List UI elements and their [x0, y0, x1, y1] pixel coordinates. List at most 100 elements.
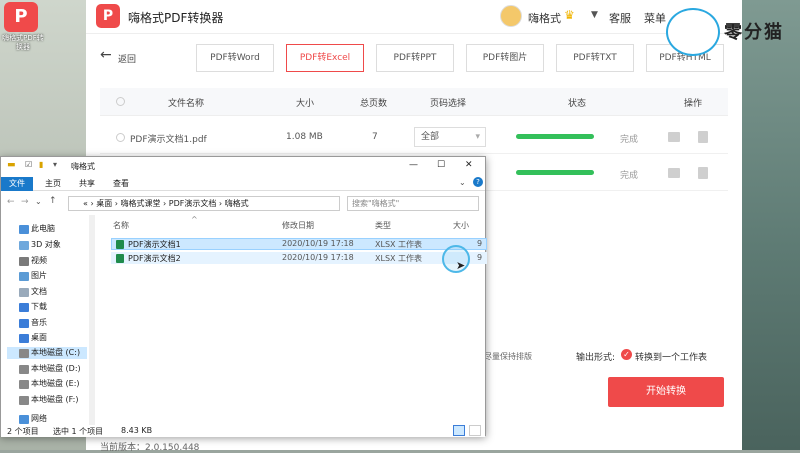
nav-item-network[interactable]: 网络: [7, 413, 47, 425]
output-label: 输出形式:: [576, 353, 616, 363]
file-size: 9: [477, 239, 483, 248]
file-date: 2020/10/19 17:18: [282, 253, 354, 262]
explorer-window: ▬ ☑ ▮ ▾ 嗨格式 — ☐ ✕ 文件 主页 共享 查看 ⌄ ? ← → ⌄ …: [0, 156, 487, 437]
up-arrow-icon[interactable]: ↑: [49, 196, 57, 206]
folder-icon[interactable]: [668, 168, 680, 178]
row-radio[interactable]: [116, 133, 125, 142]
explorer-title: 嗨格式: [71, 162, 95, 171]
nav-scrollbar[interactable]: [89, 215, 95, 427]
excel-file-icon: [116, 254, 124, 263]
keep-layout-option[interactable]: 尽量保持排版: [484, 351, 532, 362]
folder-icon[interactable]: [668, 132, 680, 142]
minimize-icon[interactable]: —: [409, 160, 418, 170]
new-folder-icon[interactable]: ▮: [39, 160, 43, 169]
address-bar[interactable]: « › 桌面 › 嗨格式课堂 › PDF演示文档 › 嗨格式: [68, 196, 340, 211]
breadcrumb-overflow[interactable]: «: [83, 199, 88, 208]
status-bar: 2 个项目 选中 1 个项目 8.43 KB: [1, 425, 485, 437]
avatar[interactable]: [500, 5, 522, 27]
output-value[interactable]: 转换到一个工作表: [635, 350, 707, 363]
page-range-value: 全部: [421, 132, 440, 142]
column-size[interactable]: 大小: [453, 220, 469, 231]
search-input[interactable]: 搜索"嗨格式": [347, 196, 479, 211]
nav-item-downloads[interactable]: 下载: [7, 301, 47, 313]
nav-item-drive-e[interactable]: 本地磁盘 (E:): [7, 378, 80, 390]
back-arrow-icon[interactable]: ←: [7, 197, 15, 207]
tab-pdf-word[interactable]: PDF转Word: [196, 44, 274, 72]
column-name[interactable]: 名称: [113, 220, 129, 231]
close-icon[interactable]: ✕: [465, 160, 473, 170]
maximize-icon[interactable]: ☐: [437, 160, 445, 170]
file-type: XLSX 工作表: [375, 254, 423, 263]
progress-fill: [516, 170, 594, 175]
crown-icon: ♛: [564, 8, 575, 22]
status-text: 完成: [620, 135, 639, 145]
app-title: 嗨格式PDF转换器: [128, 11, 224, 25]
trash-icon[interactable]: [698, 131, 708, 143]
tab-pdf-excel[interactable]: PDF转Excel: [286, 44, 364, 72]
select-all-radio[interactable]: [116, 97, 125, 106]
file-type: XLSX 工作表: [375, 240, 423, 249]
folder-icon: ▬: [7, 160, 16, 170]
forward-arrow-icon[interactable]: →: [21, 197, 29, 207]
file-size: 1.08 MB: [286, 132, 323, 142]
explorer-title-bar: ▬ ☑ ▮ ▾ 嗨格式 — ☐ ✕: [1, 157, 485, 175]
title-bar: P 嗨格式PDF转换器 嗨格式 ♛ ▼ 客服 菜单 —: [86, 0, 742, 34]
status-count: 2 个项目: [7, 427, 39, 436]
ribbon-tab-share[interactable]: 共享: [71, 177, 103, 191]
header-status: 状态: [568, 99, 587, 109]
back-button[interactable]: 返回: [118, 52, 136, 65]
chevron-down-icon[interactable]: ⌄: [459, 178, 466, 187]
desktop-shortcut-icon[interactable]: P: [4, 2, 38, 32]
breadcrumb-item[interactable]: PDF演示文档: [169, 199, 217, 208]
help-icon[interactable]: ?: [473, 177, 483, 187]
trash-icon[interactable]: [698, 167, 708, 179]
ribbon-tab-home[interactable]: 主页: [37, 177, 69, 191]
ribbon-tab-view[interactable]: 查看: [105, 177, 137, 191]
drive-icon: [19, 349, 29, 358]
breadcrumb-item[interactable]: 嗨格式课堂: [121, 199, 161, 208]
service-button[interactable]: 客服: [609, 10, 631, 26]
nav-item-documents[interactable]: 文档: [7, 286, 47, 298]
nav-item-pictures[interactable]: 图片: [7, 270, 47, 282]
nav-item-drive-f[interactable]: 本地磁盘 (F:): [7, 394, 78, 406]
progress-bar: [516, 170, 594, 175]
status-size: 8.43 KB: [121, 426, 153, 435]
brand-text: 零分猫: [724, 22, 784, 43]
nav-item-drive-d[interactable]: 本地磁盘 (D:): [7, 363, 81, 375]
version-text: 当前版本：2.0.150.448: [100, 443, 200, 453]
quick-access-icon[interactable]: ☑: [25, 160, 32, 169]
file-size: 9: [477, 253, 483, 262]
tab-pdf-txt[interactable]: PDF转TXT: [556, 44, 634, 72]
column-date[interactable]: 修改日期: [282, 220, 314, 231]
column-type[interactable]: 类型: [375, 220, 391, 231]
nav-item-music[interactable]: 音乐: [7, 317, 47, 329]
progress-bar: [516, 134, 594, 139]
back-arrow-icon[interactable]: ←: [100, 47, 112, 63]
brand-mascot-icon: [666, 8, 720, 56]
chevron-down-icon: ▾: [475, 132, 480, 142]
check-icon[interactable]: ✓: [621, 349, 632, 360]
nav-item-video[interactable]: 视频: [7, 255, 47, 267]
tab-pdf-ppt[interactable]: PDF转PPT: [376, 44, 454, 72]
chevron-down-icon[interactable]: ⌄: [35, 197, 42, 206]
ribbon-tab-file[interactable]: 文件: [1, 177, 33, 191]
tab-pdf-image[interactable]: PDF转图片: [466, 44, 544, 72]
nav-item-desktop[interactable]: 桌面: [7, 332, 47, 344]
nav-item-3d[interactable]: 3D 对象: [7, 239, 61, 251]
details-view-icon[interactable]: [453, 425, 465, 436]
user-name[interactable]: 嗨格式: [528, 10, 561, 26]
status-text: 完成: [620, 171, 639, 181]
breadcrumb-item[interactable]: 嗨格式: [225, 199, 249, 208]
menu-button[interactable]: 菜单: [644, 10, 666, 26]
header-page-range: 页码选择: [430, 99, 467, 109]
file-name: PDF演示文档2: [128, 254, 181, 263]
page-range-select[interactable]: 全部 ▾: [414, 127, 486, 147]
breadcrumb-item[interactable]: 桌面: [96, 199, 112, 208]
chevron-down-icon[interactable]: ▾: [53, 160, 57, 169]
chevron-down-icon[interactable]: ▼: [591, 10, 598, 20]
excel-file-icon: [116, 240, 124, 249]
large-icons-view-icon[interactable]: [469, 425, 481, 436]
start-convert-button[interactable]: 开始转换: [608, 377, 724, 407]
sort-arrow-icon: ^: [191, 215, 198, 224]
nav-item-this-pc[interactable]: 此电脑: [7, 223, 55, 235]
